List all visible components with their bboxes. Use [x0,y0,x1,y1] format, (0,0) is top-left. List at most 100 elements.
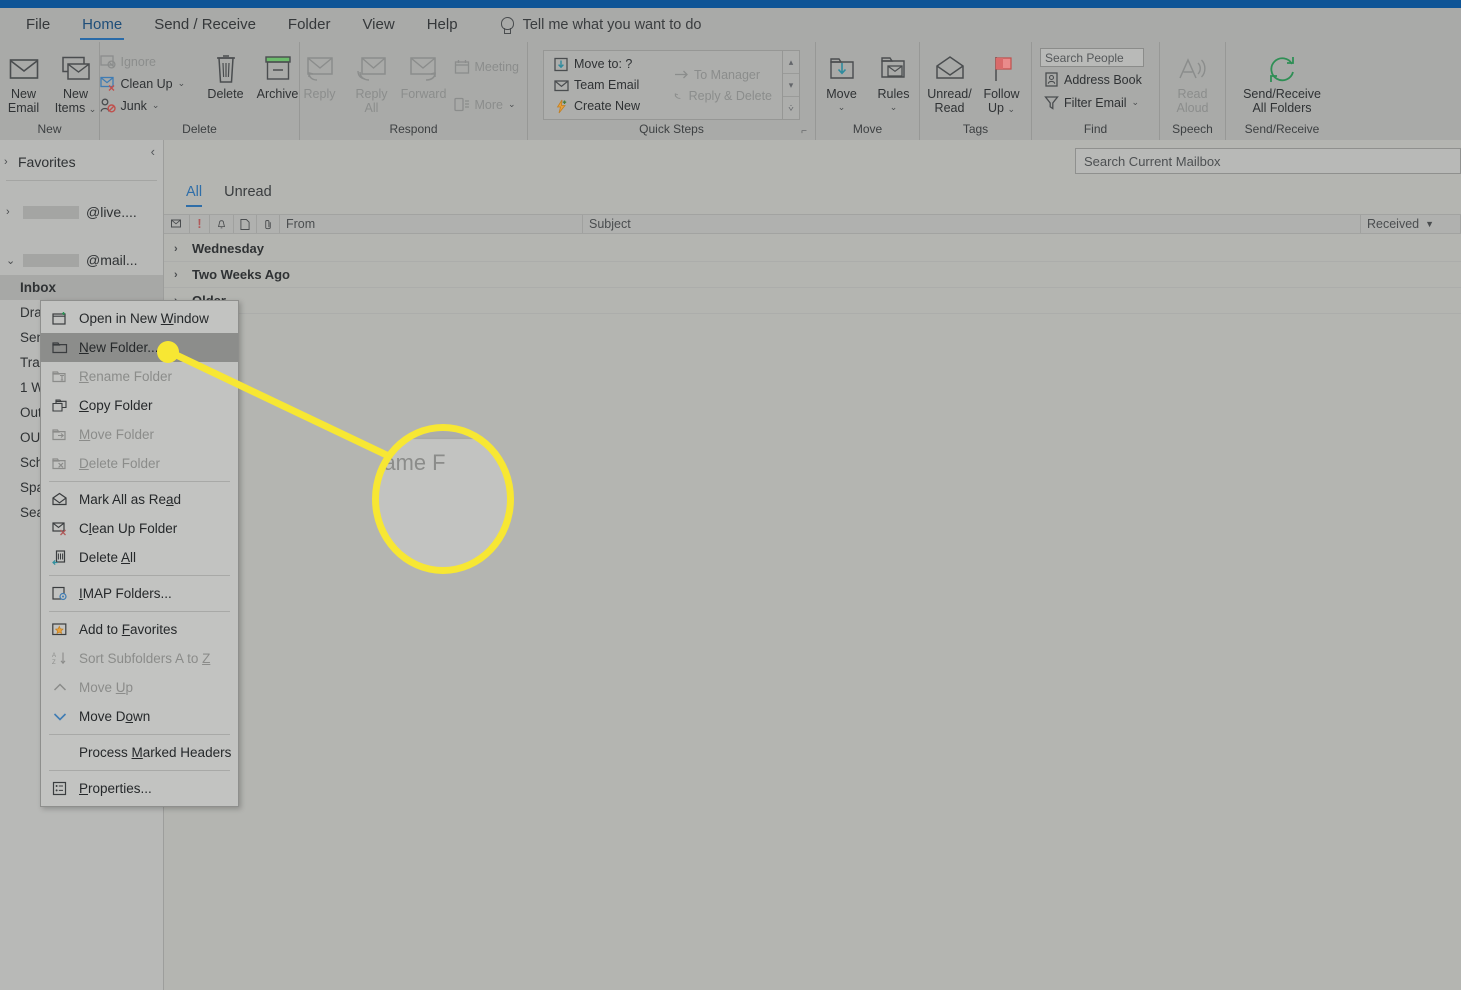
tell-me-search[interactable]: Tell me what you want to do [500,16,702,34]
quick-step-move-to[interactable]: Move to: ? [550,54,658,75]
none-icon [51,744,68,761]
tab-view[interactable]: View [346,12,410,39]
new-items-button[interactable]: New Items ⌄ [50,48,102,118]
context-menu-item-process-marked-headers[interactable]: Process Marked Headers [41,738,238,767]
quick-step-move-to-label: Move to: ? [574,57,633,71]
context-menu-item-delete-all[interactable]: Delete All [41,543,238,572]
context-menu-item-sort-subfolders: AZ Sort Subfolders A to Z [41,644,238,673]
quick-steps-scrollbar[interactable]: ▴ ▾ ⩒ [782,51,799,119]
context-menu-item-imap-folders[interactable]: IMAP Folders... [41,579,238,608]
context-menu-item-open-in-new-window[interactable]: Open in New Window [41,304,238,333]
account-live[interactable]: › @live.... [0,197,163,227]
quick-step-to-manager-label: To Manager [694,67,761,82]
column-header-received[interactable]: Received ▼ [1361,215,1461,233]
more-icon [453,97,469,112]
filter-tab-all[interactable]: All [186,184,203,207]
send-receive-label-1: Send/Receive [1243,87,1321,101]
favorites-header[interactable]: › Favorites [0,140,163,176]
chevron-down-icon: ⌄ [889,101,898,112]
group-title-respond: Respond [389,122,438,136]
ribbon-tab-strip: File Home Send / Receive Folder View Hel… [0,8,1461,42]
tab-file[interactable]: File [10,12,66,39]
message-group-two-weeks-ago[interactable]: › Two Weeks Ago [164,262,1461,288]
ribbon: File Home Send / Receive Folder View Hel… [0,8,1461,140]
message-group-older[interactable]: › Older [164,288,1461,314]
sync-circular-arrows-icon [1266,50,1298,88]
tab-folder[interactable]: Folder [272,12,347,39]
junk-button[interactable]: Junk ⌄ [96,95,200,116]
column-icon-document[interactable] [234,215,257,233]
context-menu-item-properties[interactable]: Properties... [41,774,238,803]
context-menu-item-add-to-favorites[interactable]: Add to Favorites [41,615,238,644]
quick-steps-gallery[interactable]: Move to: ? Team Email Create New To Mana… [543,50,800,120]
imap-folders-icon [51,585,68,602]
chevron-down-icon: ⌄ [151,100,160,110]
context-menu-item-mark-all-as-read[interactable]: Mark All as Read [41,485,238,514]
column-icon-importance[interactable]: ! [190,215,210,233]
unread-read-label-1: Unread/ [927,87,972,101]
read-aloud-button: Read Aloud [1167,48,1219,117]
filter-tab-unread[interactable]: Unread [224,184,272,207]
delete-button[interactable]: Delete [200,48,252,104]
context-menu-label: Sort Subfolders A to Z [79,651,211,666]
search-mailbox-input[interactable]: Search Current Mailbox [1075,148,1461,174]
reply-icon [305,50,335,88]
new-items-label-1: New [62,87,88,101]
flag-icon [987,50,1017,88]
clean-up-icon [99,76,114,91]
document-icon [240,218,250,230]
message-group-wednesday[interactable]: › Wednesday [164,236,1461,262]
new-window-icon [51,310,68,327]
new-email-button[interactable]: New Email [0,48,50,117]
quick-step-create-new-label: Create New [574,99,640,113]
context-menu-label: Add to Favorites [79,622,178,637]
send-receive-all-folders-button[interactable]: Send/Receive All Folders [1232,48,1332,117]
column-header-subject[interactable]: Subject [583,215,1361,233]
context-menu-item-move-up: Move Up [41,673,238,702]
scroll-down-icon[interactable]: ▾ [783,74,799,97]
context-menu-label: Delete Folder [79,456,161,471]
context-menu-item-copy-folder[interactable]: Copy Folder [41,391,238,420]
scroll-up-icon[interactable]: ▴ [783,51,799,74]
group-title-find: Find [1083,122,1108,136]
unread-read-button[interactable]: Unread/ Read [924,48,976,117]
message-group-label: Two Weeks Ago [192,267,290,282]
context-menu-item-new-folder[interactable]: New Folder... [41,333,238,362]
clean-up-button[interactable]: Clean Up ⌄ [96,73,200,94]
quick-step-create-new[interactable]: Create New [550,96,658,117]
column-header-from[interactable]: From [280,215,583,233]
account-mail[interactable]: ⌄ @mail... [0,245,163,275]
move-label: Move [826,87,857,101]
rules-button[interactable]: Rules ⌄ [868,48,920,115]
filter-email-button[interactable]: Filter Email ⌄ [1040,92,1143,113]
context-menu-label: Move Up [79,680,134,695]
search-people-input[interactable]: Search People [1040,48,1144,67]
envelope-icon [554,79,569,91]
quick-steps-dialog-launcher[interactable]: ⌐ [801,126,807,137]
folder-item-inbox[interactable]: Inbox [0,275,163,300]
quick-steps-expand-icon[interactable]: ⩒ [783,97,799,119]
meeting-button: Meeting [450,56,534,77]
context-menu-label: IMAP Folders... [79,586,172,601]
context-menu-label: New Folder... [79,340,159,355]
tab-home[interactable]: Home [66,12,138,40]
column-icon-read[interactable] [164,215,190,233]
context-menu-item-move-down[interactable]: Move Down [41,702,238,731]
callout-label: Rename F [379,450,446,475]
junk-label: Junk [120,98,147,113]
quick-step-team-email[interactable]: Team Email [550,75,658,96]
column-icon-attachment[interactable] [257,215,280,233]
context-menu-item-clean-up-folder[interactable]: Clean Up Folder [41,514,238,543]
column-icon-reminder[interactable] [210,215,234,233]
tab-help[interactable]: Help [411,12,474,39]
collapse-pane-icon[interactable]: ‹ [151,144,155,159]
move-button[interactable]: Move ⌄ [816,48,868,115]
tab-send-receive[interactable]: Send / Receive [138,12,272,39]
context-menu-separator [49,734,230,735]
follow-up-button[interactable]: Follow Up ⌄ [976,48,1028,118]
context-menu-label: Properties... [79,781,152,796]
callout-item-rename-folder: Rename F [379,439,507,486]
chevron-down-icon: ⌄ [1131,97,1140,107]
address-book-button[interactable]: Address Book [1040,69,1146,90]
message-filter-tabs: All Unread [186,184,272,207]
